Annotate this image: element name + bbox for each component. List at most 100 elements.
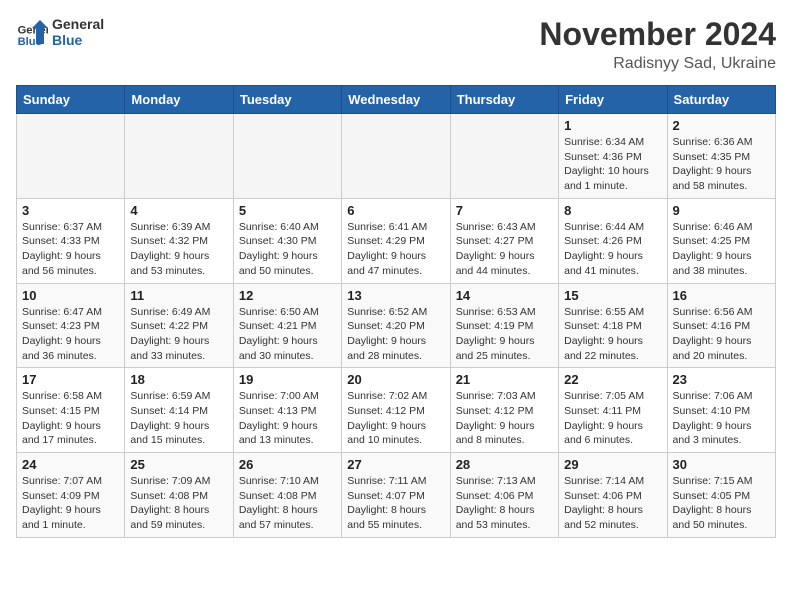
day-number: 7 bbox=[456, 203, 553, 218]
calendar-cell: 15 Sunrise: 6:55 AM Sunset: 4:18 PM Dayli… bbox=[559, 283, 667, 368]
calendar-cell: 5 Sunrise: 6:40 AM Sunset: 4:30 PM Daylig… bbox=[233, 198, 341, 283]
day-info: Sunrise: 7:07 AM Sunset: 4:09 PM Dayligh… bbox=[22, 474, 119, 533]
title-section: November 2024 Radisnyy Sad, Ukraine bbox=[539, 16, 776, 73]
weekday-header-row: SundayMondayTuesdayWednesdayThursdayFrid… bbox=[17, 86, 776, 114]
day-number: 5 bbox=[239, 203, 336, 218]
calendar-cell: 24 Sunrise: 7:07 AM Sunset: 4:09 PM Dayli… bbox=[17, 453, 125, 538]
day-number: 30 bbox=[673, 457, 770, 472]
day-number: 11 bbox=[130, 288, 227, 303]
day-number: 18 bbox=[130, 372, 227, 387]
calendar-cell: 1 Sunrise: 6:34 AM Sunset: 4:36 PM Daylig… bbox=[559, 114, 667, 199]
weekday-header: Wednesday bbox=[342, 86, 450, 114]
day-info: Sunrise: 6:39 AM Sunset: 4:32 PM Dayligh… bbox=[130, 220, 227, 279]
logo-blue: Blue bbox=[52, 32, 104, 48]
day-info: Sunrise: 6:58 AM Sunset: 4:15 PM Dayligh… bbox=[22, 389, 119, 448]
day-info: Sunrise: 7:06 AM Sunset: 4:10 PM Dayligh… bbox=[673, 389, 770, 448]
calendar-week-row: 1 Sunrise: 6:34 AM Sunset: 4:36 PM Daylig… bbox=[17, 114, 776, 199]
day-number: 22 bbox=[564, 372, 661, 387]
calendar-cell: 26 Sunrise: 7:10 AM Sunset: 4:08 PM Dayli… bbox=[233, 453, 341, 538]
calendar-cell bbox=[342, 114, 450, 199]
day-number: 20 bbox=[347, 372, 444, 387]
calendar-cell: 25 Sunrise: 7:09 AM Sunset: 4:08 PM Dayli… bbox=[125, 453, 233, 538]
weekday-header: Thursday bbox=[450, 86, 558, 114]
calendar-week-row: 3Sunrise: 6:37 AM Sunset: 4:33 PM Daylig… bbox=[17, 198, 776, 283]
weekday-header: Sunday bbox=[17, 86, 125, 114]
day-info: Sunrise: 6:47 AM Sunset: 4:23 PM Dayligh… bbox=[22, 305, 119, 364]
day-number: 4 bbox=[130, 203, 227, 218]
day-info: Sunrise: 6:53 AM Sunset: 4:19 PM Dayligh… bbox=[456, 305, 553, 364]
calendar-cell bbox=[450, 114, 558, 199]
day-number: 6 bbox=[347, 203, 444, 218]
calendar-cell: 2 Sunrise: 6:36 AM Sunset: 4:35 PM Daylig… bbox=[667, 114, 775, 199]
day-info: Sunrise: 7:03 AM Sunset: 4:12 PM Dayligh… bbox=[456, 389, 553, 448]
day-number: 16 bbox=[673, 288, 770, 303]
day-number: 19 bbox=[239, 372, 336, 387]
weekday-header: Tuesday bbox=[233, 86, 341, 114]
calendar-table: SundayMondayTuesdayWednesdayThursdayFrid… bbox=[16, 85, 776, 538]
day-info: Sunrise: 6:36 AM Sunset: 4:35 PM Dayligh… bbox=[673, 135, 770, 194]
calendar-cell: 23 Sunrise: 7:06 AM Sunset: 4:10 PM Dayli… bbox=[667, 368, 775, 453]
page-header: General Blue General Blue November 2024 … bbox=[16, 16, 776, 73]
day-number: 15 bbox=[564, 288, 661, 303]
day-info: Sunrise: 7:09 AM Sunset: 4:08 PM Dayligh… bbox=[130, 474, 227, 533]
day-number: 9 bbox=[673, 203, 770, 218]
calendar-cell: 6 Sunrise: 6:41 AM Sunset: 4:29 PM Daylig… bbox=[342, 198, 450, 283]
day-number: 28 bbox=[456, 457, 553, 472]
calendar-cell: 4 Sunrise: 6:39 AM Sunset: 4:32 PM Daylig… bbox=[125, 198, 233, 283]
logo-general: General bbox=[52, 16, 104, 32]
day-info: Sunrise: 6:56 AM Sunset: 4:16 PM Dayligh… bbox=[673, 305, 770, 364]
day-number: 14 bbox=[456, 288, 553, 303]
logo: General Blue General Blue bbox=[16, 16, 104, 48]
day-number: 13 bbox=[347, 288, 444, 303]
day-number: 8 bbox=[564, 203, 661, 218]
day-info: Sunrise: 6:59 AM Sunset: 4:14 PM Dayligh… bbox=[130, 389, 227, 448]
day-info: Sunrise: 7:02 AM Sunset: 4:12 PM Dayligh… bbox=[347, 389, 444, 448]
calendar-cell: 3Sunrise: 6:37 AM Sunset: 4:33 PM Daylig… bbox=[17, 198, 125, 283]
calendar-cell: 9 Sunrise: 6:46 AM Sunset: 4:25 PM Daylig… bbox=[667, 198, 775, 283]
day-number: 3 bbox=[22, 203, 119, 218]
month-title: November 2024 bbox=[539, 16, 776, 53]
calendar-cell: 28 Sunrise: 7:13 AM Sunset: 4:06 PM Dayli… bbox=[450, 453, 558, 538]
weekday-header: Saturday bbox=[667, 86, 775, 114]
calendar-cell: 22 Sunrise: 7:05 AM Sunset: 4:11 PM Dayli… bbox=[559, 368, 667, 453]
day-number: 21 bbox=[456, 372, 553, 387]
day-number: 10 bbox=[22, 288, 119, 303]
calendar-cell: 19 Sunrise: 7:00 AM Sunset: 4:13 PM Dayli… bbox=[233, 368, 341, 453]
calendar-cell bbox=[233, 114, 341, 199]
day-info: Sunrise: 6:34 AM Sunset: 4:36 PM Dayligh… bbox=[564, 135, 661, 194]
day-info: Sunrise: 6:46 AM Sunset: 4:25 PM Dayligh… bbox=[673, 220, 770, 279]
day-info: Sunrise: 7:10 AM Sunset: 4:08 PM Dayligh… bbox=[239, 474, 336, 533]
calendar-cell: 10 Sunrise: 6:47 AM Sunset: 4:23 PM Dayli… bbox=[17, 283, 125, 368]
calendar-cell: 29 Sunrise: 7:14 AM Sunset: 4:06 PM Dayli… bbox=[559, 453, 667, 538]
day-info: Sunrise: 7:15 AM Sunset: 4:05 PM Dayligh… bbox=[673, 474, 770, 533]
calendar-cell bbox=[125, 114, 233, 199]
day-number: 26 bbox=[239, 457, 336, 472]
day-info: Sunrise: 6:55 AM Sunset: 4:18 PM Dayligh… bbox=[564, 305, 661, 364]
calendar-week-row: 10 Sunrise: 6:47 AM Sunset: 4:23 PM Dayli… bbox=[17, 283, 776, 368]
day-info: Sunrise: 6:49 AM Sunset: 4:22 PM Dayligh… bbox=[130, 305, 227, 364]
day-number: 1 bbox=[564, 118, 661, 133]
day-info: Sunrise: 7:05 AM Sunset: 4:11 PM Dayligh… bbox=[564, 389, 661, 448]
calendar-week-row: 24 Sunrise: 7:07 AM Sunset: 4:09 PM Dayli… bbox=[17, 453, 776, 538]
day-number: 23 bbox=[673, 372, 770, 387]
day-info: Sunrise: 7:13 AM Sunset: 4:06 PM Dayligh… bbox=[456, 474, 553, 533]
day-number: 25 bbox=[130, 457, 227, 472]
location-subtitle: Radisnyy Sad, Ukraine bbox=[539, 55, 776, 73]
calendar-cell: 14 Sunrise: 6:53 AM Sunset: 4:19 PM Dayli… bbox=[450, 283, 558, 368]
day-info: Sunrise: 7:14 AM Sunset: 4:06 PM Dayligh… bbox=[564, 474, 661, 533]
day-info: Sunrise: 7:11 AM Sunset: 4:07 PM Dayligh… bbox=[347, 474, 444, 533]
calendar-cell: 16 Sunrise: 6:56 AM Sunset: 4:16 PM Dayli… bbox=[667, 283, 775, 368]
day-number: 17 bbox=[22, 372, 119, 387]
logo-icon: General Blue bbox=[16, 16, 48, 48]
day-number: 24 bbox=[22, 457, 119, 472]
calendar-cell: 30 Sunrise: 7:15 AM Sunset: 4:05 PM Dayli… bbox=[667, 453, 775, 538]
day-info: Sunrise: 6:40 AM Sunset: 4:30 PM Dayligh… bbox=[239, 220, 336, 279]
calendar-cell: 17 Sunrise: 6:58 AM Sunset: 4:15 PM Dayli… bbox=[17, 368, 125, 453]
day-number: 29 bbox=[564, 457, 661, 472]
day-info: Sunrise: 6:41 AM Sunset: 4:29 PM Dayligh… bbox=[347, 220, 444, 279]
calendar-cell: 11 Sunrise: 6:49 AM Sunset: 4:22 PM Dayli… bbox=[125, 283, 233, 368]
day-number: 2 bbox=[673, 118, 770, 133]
calendar-cell: 18 Sunrise: 6:59 AM Sunset: 4:14 PM Dayli… bbox=[125, 368, 233, 453]
day-info: Sunrise: 7:00 AM Sunset: 4:13 PM Dayligh… bbox=[239, 389, 336, 448]
day-number: 27 bbox=[347, 457, 444, 472]
